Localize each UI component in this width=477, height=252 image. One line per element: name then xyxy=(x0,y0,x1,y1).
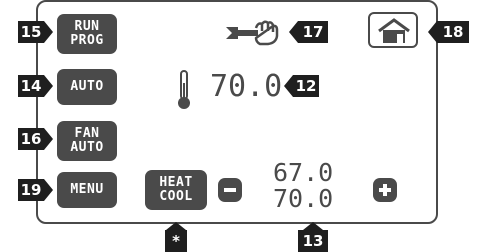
callout-16: 16 xyxy=(18,128,53,150)
auto-button[interactable]: AUTO xyxy=(57,69,117,105)
callout-18: 18 xyxy=(428,21,469,43)
setpoint-heat: 67.0 xyxy=(273,158,334,187)
home-icon xyxy=(378,18,410,43)
run-prog-button[interactable]: RUN PROG xyxy=(57,14,117,54)
menu-button[interactable]: MENU xyxy=(57,172,117,208)
callout-12: 12 xyxy=(284,75,319,97)
callout-19: 19 xyxy=(18,179,53,201)
home-button[interactable] xyxy=(368,12,418,48)
heat-cool-button[interactable]: HEAT COOL xyxy=(145,170,207,210)
callout-15: 15 xyxy=(18,21,53,43)
setpoint-cool: 70.0 xyxy=(273,184,334,213)
plus-button[interactable] xyxy=(373,178,397,202)
thermometer-icon xyxy=(178,70,190,109)
callout-14: 14 xyxy=(18,75,53,97)
fan-auto-button[interactable]: FAN AUTO xyxy=(57,121,117,161)
callout-13: 13 xyxy=(298,222,328,252)
minus-icon xyxy=(224,188,236,192)
indoor-temperature: 70.0 xyxy=(210,69,283,104)
plus-icon xyxy=(379,184,391,196)
callout-17: 17 xyxy=(289,21,328,43)
wrench-hand-icon[interactable] xyxy=(222,18,284,48)
callout-asterisk: * xyxy=(165,222,187,252)
minus-button[interactable] xyxy=(218,178,242,202)
